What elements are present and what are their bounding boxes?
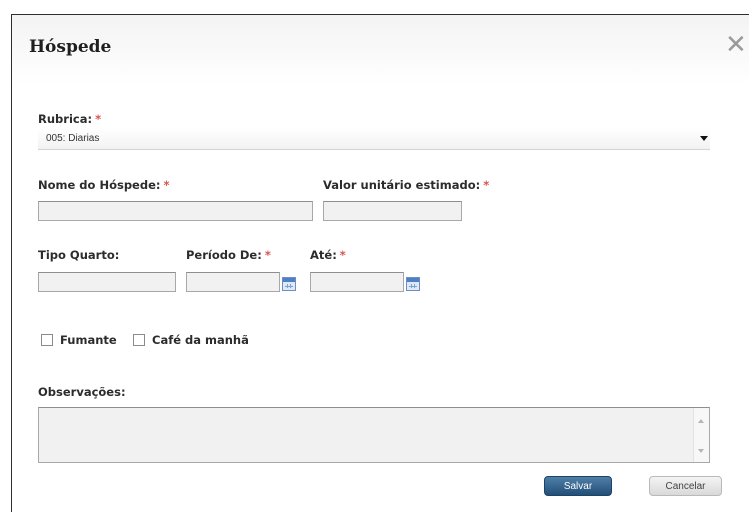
required-marker: * [95, 112, 102, 126]
observations-label: Observações: [38, 385, 126, 399]
cancel-button[interactable]: Cancelar [649, 476, 722, 496]
period-from-label-text: Período De: [186, 248, 262, 262]
smoker-label: Fumante [60, 333, 117, 347]
guest-name-label: Nome do Hóspede: * [38, 178, 170, 192]
room-type-field[interactable] [38, 272, 176, 292]
until-label-text: Até: [310, 248, 337, 262]
estimated-unit-value-label-text: Valor unitário estimado: [323, 178, 481, 192]
estimated-unit-value-field[interactable] [323, 201, 462, 221]
save-button[interactable]: Salvar [544, 476, 612, 496]
estimated-unit-value-label: Valor unitário estimado: * [323, 178, 489, 192]
guest-name-label-text: Nome do Hóspede: [38, 178, 161, 192]
textarea-scrollbar[interactable] [693, 408, 709, 462]
rubrica-label: Rubrica: * [38, 112, 101, 126]
dialog-title: Hóspede [29, 37, 112, 57]
guest-name-field[interactable] [38, 201, 313, 221]
required-marker: * [339, 248, 346, 262]
scroll-up-icon[interactable] [698, 419, 704, 423]
calendar-icon[interactable] [406, 277, 420, 291]
guest-dialog: Hóspede ✕ Rubrica: * 005: Diarias Nome do… [11, 14, 749, 512]
smoker-checkbox[interactable] [41, 334, 53, 346]
rubrica-select[interactable]: 005: Diarias [38, 128, 710, 150]
period-from-label: Período De: * [186, 248, 271, 262]
chevron-down-icon [700, 136, 708, 141]
observations-textarea[interactable] [38, 407, 710, 463]
period-from-field[interactable] [186, 272, 280, 292]
breakfast-label: Café da manhã [152, 333, 249, 347]
required-marker: * [163, 178, 170, 192]
until-field[interactable] [310, 272, 404, 292]
required-marker: * [483, 178, 490, 192]
until-label: Até: * [310, 248, 346, 262]
calendar-icon[interactable] [282, 277, 296, 291]
required-marker: * [264, 248, 271, 262]
scroll-down-icon[interactable] [698, 449, 704, 453]
room-type-label: Tipo Quarto: [38, 248, 120, 262]
rubrica-label-text: Rubrica: [38, 112, 93, 126]
close-icon[interactable]: ✕ [725, 32, 747, 58]
rubrica-selected-value: 005: Diarias [46, 133, 100, 144]
breakfast-checkbox[interactable] [133, 334, 145, 346]
